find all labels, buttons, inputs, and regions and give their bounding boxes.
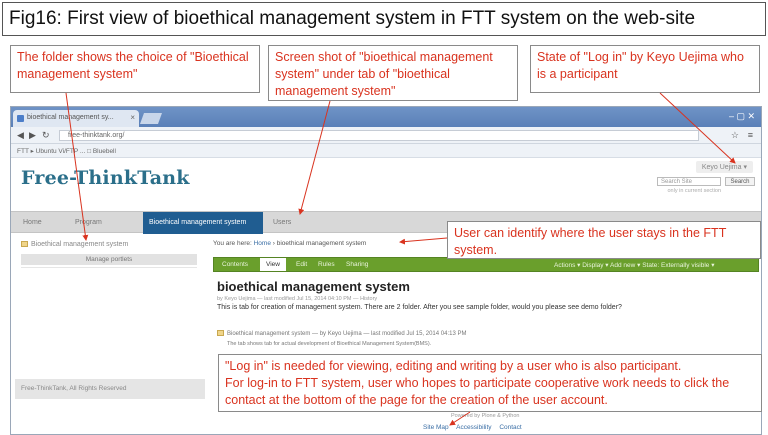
tab-contents[interactable]: Contents — [222, 258, 248, 271]
reload-icon[interactable]: ↻ — [42, 130, 50, 141]
callout-login-needed: "Log in" is needed for viewing, editing … — [218, 354, 762, 412]
star-icon[interactable]: ☆ — [731, 130, 739, 141]
breadcrumb: You are here: Home › bioethical manageme… — [213, 240, 366, 247]
forward-arrow-icon[interactable]: ▶ — [29, 130, 36, 141]
search-input[interactable]: Search Site — [657, 177, 721, 186]
close-tab-icon[interactable]: × — [130, 113, 135, 122]
page-description: This is tab for creation of management s… — [217, 304, 622, 311]
back-arrow-icon[interactable]: ◀ — [17, 130, 24, 141]
folder-item-text: Bioethical management system — by Keyo U… — [227, 331, 467, 337]
tab-title: bioethical management sy... — [27, 114, 114, 121]
nav-home[interactable]: Home — [23, 212, 42, 234]
menu-icon[interactable]: ≡ — [748, 130, 753, 140]
user-menu[interactable]: Keyo Uejima ▾ — [695, 161, 753, 173]
nav-users[interactable]: Users — [273, 212, 291, 234]
tab-sharing[interactable]: Sharing — [346, 258, 368, 271]
bookmarks-bar[interactable]: FTT ▸ Ubuntu Vi/FTP ... □ Bluebell — [11, 144, 761, 158]
callout-login-state: State of "Log in" by Keyo Uejima who is … — [530, 45, 760, 93]
callout-folder-choice: The folder shows the choice of "Bioethic… — [10, 45, 260, 93]
tab-rules[interactable]: Rules — [318, 258, 335, 271]
breadcrumb-home[interactable]: Home — [254, 240, 271, 247]
footer-link-contact[interactable]: Contact — [499, 424, 521, 431]
copyright-notice: Free-ThinkTank, All Rights Reserved — [15, 379, 205, 399]
folder-icon — [21, 241, 28, 247]
figure-title: Fig16: First view of bioethical manageme… — [2, 2, 766, 36]
callout-screenshot-note: Screen shot of "bioethical management sy… — [268, 45, 518, 101]
search-hint[interactable]: only in current section — [668, 188, 722, 194]
nav-program[interactable]: Program — [75, 212, 102, 234]
folder-icon — [217, 330, 224, 336]
toolbar-actions[interactable]: Actions ▾ Display ▾ Add new ▾ State: Ext… — [554, 258, 714, 271]
browser-tab[interactable]: bioethical management sy... × — [13, 110, 139, 127]
folder-list-item[interactable]: Bioethical management system — by Keyo U… — [217, 330, 466, 337]
breadcrumb-current: bioethical management system — [276, 240, 367, 247]
window-controls[interactable]: – ▢ ✕ — [729, 111, 755, 122]
breadcrumb-prefix: You are here: — [213, 240, 252, 247]
callout-identify-location: User can identify where the user stays i… — [447, 221, 761, 259]
nav-bioethical-management-system[interactable]: Bioethical management system — [143, 212, 263, 234]
sidebar-divider — [21, 267, 197, 268]
footer-link-accessibility[interactable]: Accessibility — [456, 424, 491, 431]
powered-by: Powered by Plone & Python — [451, 413, 520, 419]
folder-item-description: The tab shows tab for actual development… — [227, 341, 432, 347]
sidebar-folder-label: Bioethical management system — [31, 241, 129, 248]
footer-links: Site Map Accessibility Contact — [423, 424, 528, 431]
page-title: bioethical management system — [217, 279, 410, 294]
manage-portlets-button[interactable]: Manage portlets — [21, 254, 197, 265]
tab-view[interactable]: View — [260, 258, 286, 271]
favicon-icon — [17, 115, 24, 122]
site-logo[interactable]: Free-ThinkTank — [21, 167, 190, 189]
url-field[interactable]: free-thinktank.org/ — [59, 130, 699, 141]
sidebar-folder-link[interactable]: Bioethical management system — [21, 241, 128, 248]
document-byline: by Keyo Uejima — last modified Jul 15, 2… — [217, 296, 378, 302]
search-button[interactable]: Search — [725, 177, 755, 186]
address-bar-row: ◀ ▶ ↻ free-thinktank.org/ ☆ ≡ — [11, 127, 761, 144]
tab-edit[interactable]: Edit — [296, 258, 307, 271]
tab-bar: bioethical management sy... × – ▢ ✕ — [11, 107, 761, 127]
new-tab-button[interactable] — [139, 113, 163, 124]
footer-link-site-map[interactable]: Site Map — [423, 424, 449, 431]
edit-toolbar: Contents View Edit Rules Sharing Actions… — [213, 257, 759, 272]
